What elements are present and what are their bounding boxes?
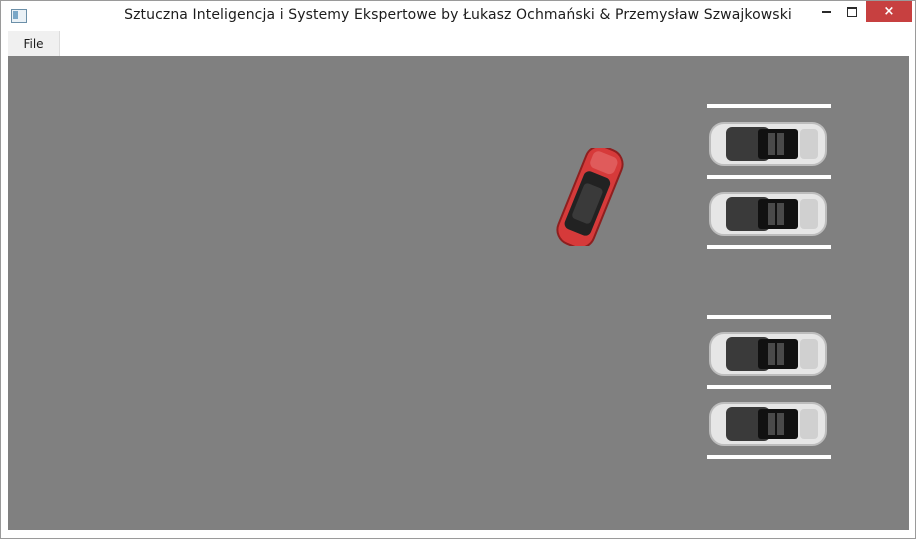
parking-line: [707, 385, 831, 389]
window-title: Sztuczna Inteligencja i Systemy Eksperto…: [124, 7, 792, 23]
app-window: Sztuczna Inteligencja i Systemy Eksperto…: [0, 0, 916, 539]
maximize-icon: [847, 6, 857, 17]
parked-car: [708, 399, 828, 449]
parking-line: [707, 455, 831, 459]
close-button[interactable]: ×: [866, 1, 912, 22]
parked-car: [708, 119, 828, 169]
minimize-button[interactable]: [813, 1, 839, 22]
menu-bar: File: [8, 31, 909, 57]
parking-canvas[interactable]: [8, 56, 909, 530]
menu-item-file[interactable]: File: [8, 31, 60, 57]
parking-line: [707, 104, 831, 108]
close-icon: ×: [883, 4, 895, 19]
parked-car: [708, 329, 828, 379]
title-bar[interactable]: Sztuczna Inteligencja i Systemy Eksperto…: [1, 1, 915, 31]
parking-line: [707, 315, 831, 319]
player-car[interactable]: [535, 148, 645, 246]
minimize-icon: [821, 10, 831, 13]
parking-line: [707, 175, 831, 179]
parked-car: [708, 189, 828, 239]
parking-line: [707, 245, 831, 249]
maximize-button[interactable]: [839, 1, 865, 22]
